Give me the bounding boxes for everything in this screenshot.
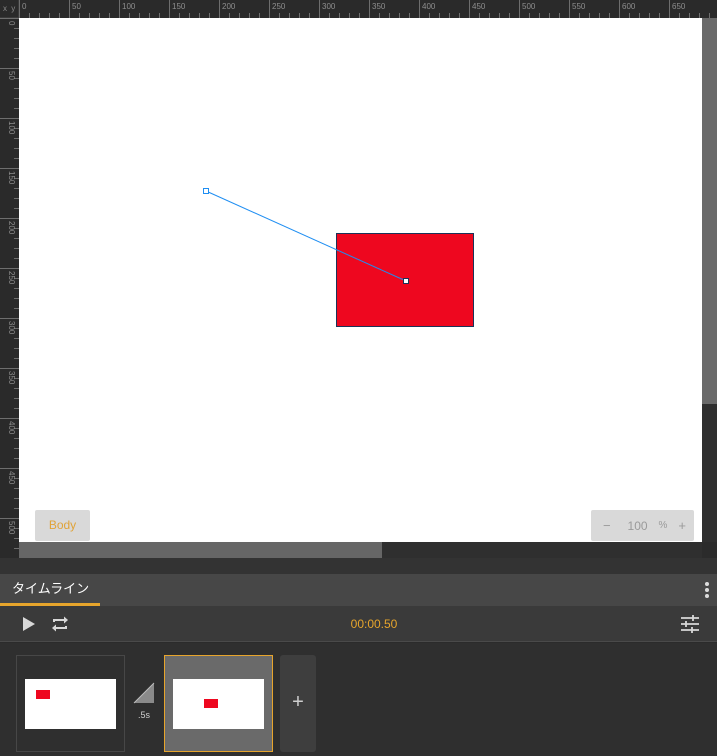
top-ruler-ticks: 0 50 100 150 200 250 300 350 400 450 500 550 600 650 <box>19 0 710 18</box>
loop-icon[interactable] <box>50 615 70 633</box>
ruler-label: 600 <box>622 2 636 11</box>
easing-icon <box>133 682 155 704</box>
zoom-control: − 100 % + <box>591 510 694 541</box>
left-ruler-ticks: 0 50 100 150 200 250 300 350 400 450 500 <box>0 18 19 549</box>
body-button[interactable]: Body <box>35 510 90 541</box>
zoom-out-button[interactable]: − <box>603 518 611 533</box>
ruler-label: 400 <box>422 2 436 11</box>
zoom-value[interactable]: 100 <box>628 519 648 533</box>
play-icon[interactable] <box>22 616 36 632</box>
horizontal-scrollbar-thumb[interactable] <box>19 542 382 558</box>
transition-easing[interactable]: .5s <box>133 682 155 724</box>
motion-path <box>203 188 409 284</box>
path-start-handle[interactable] <box>203 188 209 194</box>
ruler-label: 200 <box>7 221 16 235</box>
more-vertical-icon[interactable] <box>704 582 710 600</box>
ruler-label: 300 <box>7 321 16 335</box>
left-ruler: 0 50 100 150 200 250 300 350 400 450 500 <box>0 18 19 558</box>
ruler-label: 50 <box>7 71 16 80</box>
timeline-header: タイムライン <box>0 574 717 606</box>
transition-duration: .5s <box>137 710 150 720</box>
ruler-label: 50 <box>72 2 81 11</box>
ruler-label: 150 <box>172 2 186 11</box>
ruler-label: 150 <box>7 171 16 185</box>
thumbnail-shape <box>36 690 50 699</box>
current-time-display: 00:00.50 <box>350 617 398 631</box>
vertical-scrollbar-thumb[interactable] <box>702 18 717 404</box>
keyframe-2-selected[interactable] <box>164 655 273 752</box>
keyframe-1[interactable] <box>16 655 125 752</box>
ruler-label: 100 <box>7 121 16 135</box>
ruler-label: 0 <box>22 2 27 11</box>
ruler-label: 200 <box>222 2 236 11</box>
editor-window: x y 0 50 100 150 200 250 300 350 400 450 500 550 600… <box>0 0 717 756</box>
ruler-label: 400 <box>7 421 16 435</box>
zoom-unit: % <box>658 520 668 531</box>
add-keyframe-button[interactable]: + <box>280 655 316 752</box>
sliders-icon[interactable] <box>680 614 700 634</box>
ruler-label: 500 <box>522 2 536 11</box>
ruler-label: 0 <box>7 21 16 26</box>
path-end-handle[interactable] <box>403 278 409 284</box>
ruler-label: 650 <box>672 2 686 11</box>
ruler-corner: x y <box>0 0 19 18</box>
ruler-label: 250 <box>272 2 286 11</box>
stage-canvas[interactable]: Body − 100 % + <box>19 18 702 542</box>
ruler-label: 350 <box>372 2 386 11</box>
ruler-label: 300 <box>322 2 336 11</box>
zoom-in-button[interactable]: + <box>678 518 686 533</box>
motion-path-line <box>205 190 407 282</box>
top-ruler: 0 50 100 150 200 250 300 350 400 450 500 550 600 650 <box>19 0 717 18</box>
ruler-label: 350 <box>7 371 16 385</box>
ruler-label: 250 <box>7 271 16 285</box>
ruler-label: 500 <box>7 521 16 535</box>
ruler-label: 100 <box>122 2 136 11</box>
timeline-controls: 00:00.50 <box>0 606 717 642</box>
keyframe-thumbnail <box>25 679 116 729</box>
keyframe-thumbnail <box>173 679 264 729</box>
panel-divider[interactable] <box>0 558 717 574</box>
ruler-label: 550 <box>572 2 586 11</box>
ruler-label: 450 <box>7 471 16 485</box>
thumbnail-shape <box>204 699 218 708</box>
tab-timeline[interactable]: タイムライン <box>0 574 101 606</box>
ruler-label: 450 <box>472 2 486 11</box>
timeline-frames: .5s + <box>0 643 717 756</box>
